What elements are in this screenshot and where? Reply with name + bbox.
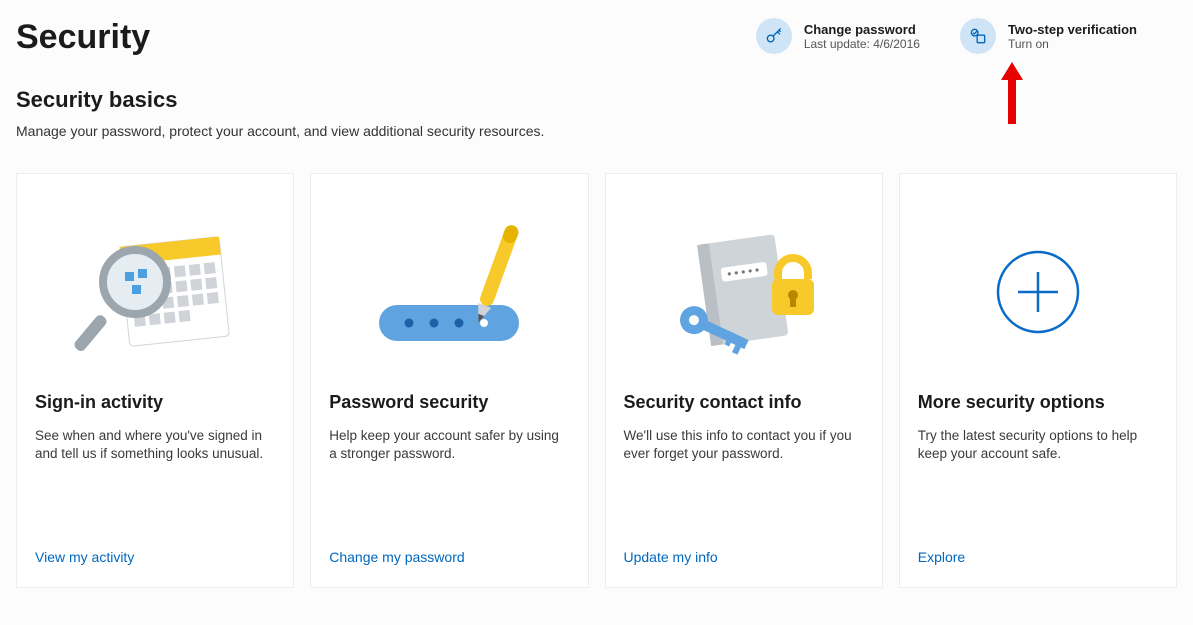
calendar-magnifier-icon [35, 192, 275, 392]
card-password-desc: Help keep your account safer by using a … [329, 427, 569, 463]
view-activity-link[interactable]: View my activity [35, 549, 134, 565]
card-more-title: More security options [918, 392, 1158, 413]
card-contact-info: Security contact info We'll use this inf… [605, 173, 883, 588]
card-signin-title: Sign-in activity [35, 392, 275, 413]
card-password-security: Password security Help keep your account… [310, 173, 588, 588]
explore-link[interactable]: Explore [918, 549, 965, 565]
update-info-link[interactable]: Update my info [624, 549, 718, 565]
two-step-action[interactable]: Two-step verification Turn on [960, 18, 1137, 54]
password-field-pen-icon [329, 192, 569, 392]
check-shield-icon [960, 18, 996, 54]
card-more-options: More security options Try the latest sec… [899, 173, 1177, 588]
change-password-sub: Last update: 4/6/2016 [804, 37, 920, 51]
card-password-title: Password security [329, 392, 569, 413]
card-signin-desc: See when and where you've signed in and … [35, 427, 275, 463]
annotation-arrow-icon [998, 62, 1026, 129]
two-step-sub: Turn on [1008, 37, 1137, 51]
card-more-desc: Try the latest security options to help … [918, 427, 1158, 463]
two-step-title: Two-step verification [1008, 22, 1137, 37]
key-icon [756, 18, 792, 54]
plus-circle-icon [918, 192, 1158, 392]
change-password-title: Change password [804, 22, 920, 37]
change-password-action[interactable]: Change password Last update: 4/6/2016 [756, 18, 920, 54]
notebook-lock-key-icon [624, 192, 864, 392]
card-contact-title: Security contact info [624, 392, 864, 413]
card-contact-desc: We'll use this info to contact you if yo… [624, 427, 864, 463]
change-password-link[interactable]: Change my password [329, 549, 464, 565]
quick-actions: Change password Last update: 4/6/2016 Tw… [756, 18, 1137, 54]
card-signin-activity: Sign-in activity See when and where you'… [16, 173, 294, 588]
page-title: Security [16, 18, 756, 57]
